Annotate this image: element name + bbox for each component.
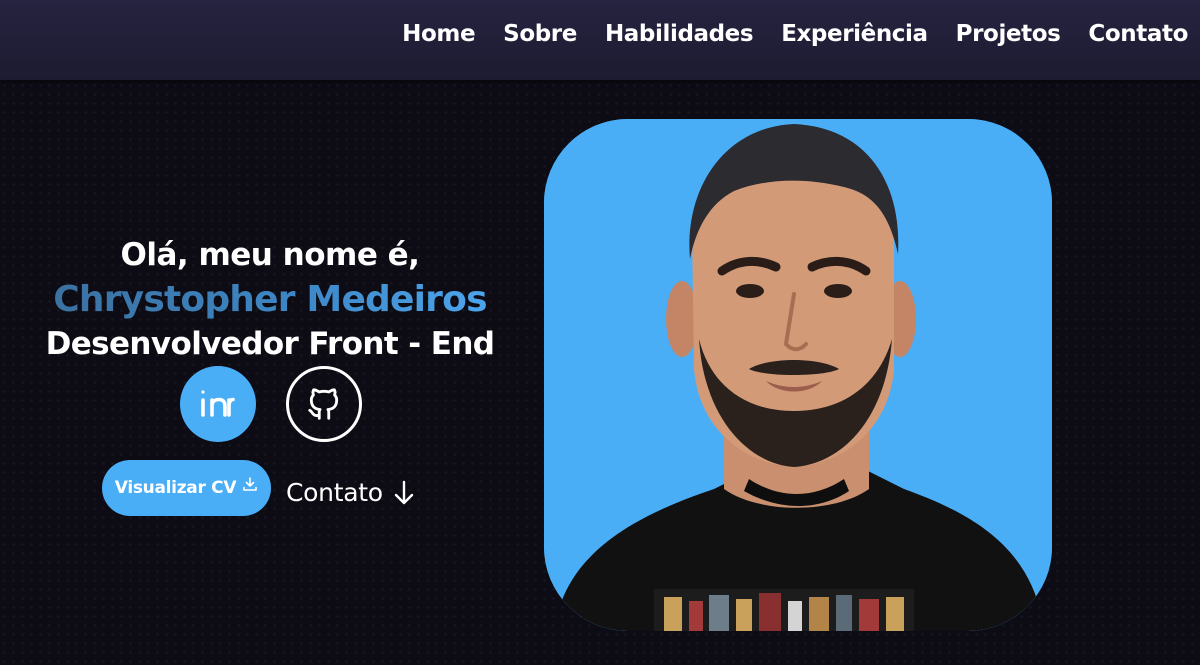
github-icon [308, 388, 339, 420]
nav-link-experiencia[interactable]: Experiência [781, 17, 928, 51]
nav-link-sobre[interactable]: Sobre [503, 17, 577, 51]
hero-role: Desenvolvedor Front - End [45, 326, 495, 362]
contact-link[interactable]: Contato [286, 476, 415, 510]
nav-item-sobre: Sobre [503, 17, 577, 51]
nav-item-projetos: Projetos [956, 17, 1061, 51]
nav-item-contato: Contato [1088, 17, 1188, 51]
view-cv-label: Visualizar CV [114, 478, 237, 498]
profile-portrait-image [544, 119, 1052, 631]
linkedin-button[interactable] [180, 366, 256, 442]
nav-item-habilidades: Habilidades [605, 17, 754, 51]
arrow-down-icon [394, 480, 413, 505]
nav-item-home: Home [402, 17, 475, 51]
nav-link-projetos[interactable]: Projetos [956, 17, 1061, 51]
contact-label: Contato [286, 478, 383, 507]
social-links [180, 366, 362, 442]
nav-link-contato[interactable]: Contato [1088, 17, 1188, 51]
nav-item-experiencia: Experiência [781, 17, 928, 51]
hero-intro: Olá, meu nome é, Chrystopher Medeiros De… [0, 232, 540, 366]
linkedin-icon [201, 390, 235, 417]
hero-name: Chrystopher Medeiros [0, 278, 540, 322]
hero-greeting: Olá, meu nome é, [120, 237, 420, 273]
view-cv-button[interactable]: Visualizar CV [102, 460, 271, 516]
nav-link-habilidades[interactable]: Habilidades [605, 17, 754, 51]
download-icon [243, 477, 258, 491]
main-nav: Home Sobre Habilidades Experiência Proje… [402, 17, 1188, 51]
nav-link-home[interactable]: Home [402, 17, 475, 51]
top-navbar: Home Sobre Habilidades Experiência Proje… [0, 0, 1200, 80]
github-button[interactable] [286, 366, 362, 442]
profile-photo [544, 119, 1052, 631]
